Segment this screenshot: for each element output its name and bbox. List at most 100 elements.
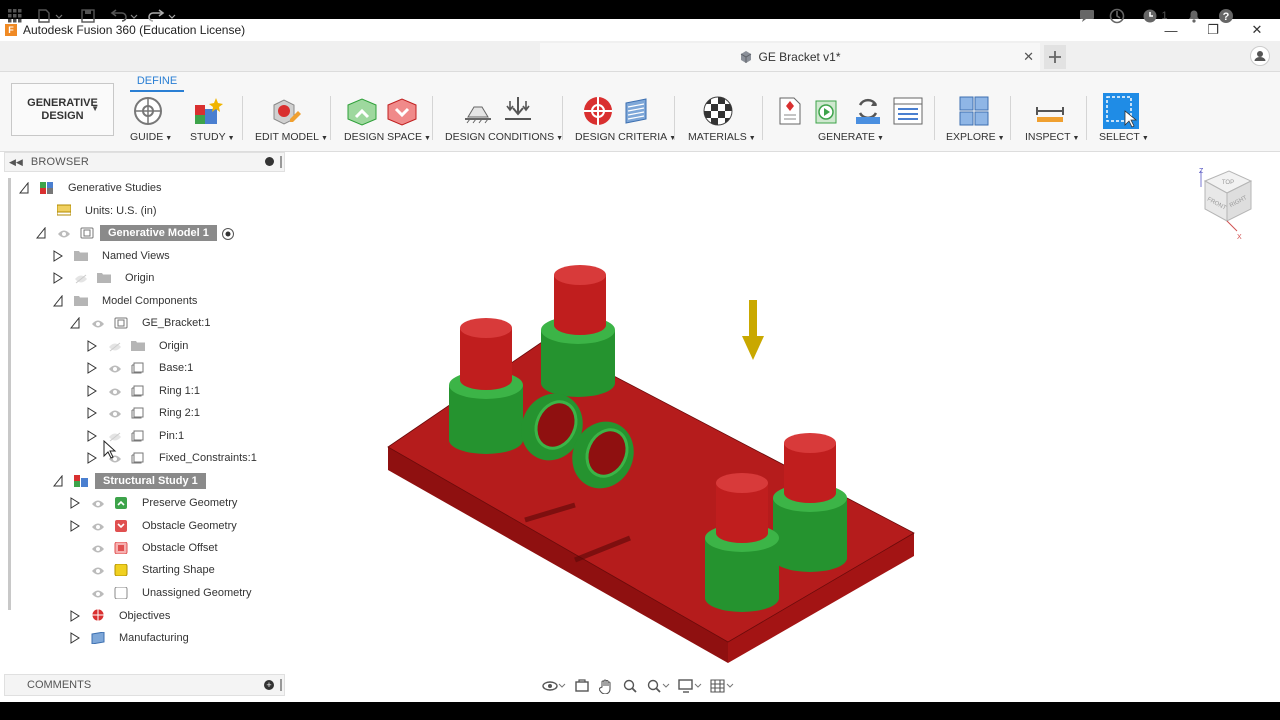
zoom-window-icon[interactable] (644, 677, 672, 695)
pin-panel-icon[interactable] (280, 156, 282, 168)
look-at-icon[interactable] (572, 677, 592, 695)
tree-item-named-views[interactable]: Named Views (102, 250, 170, 262)
tree-item-base[interactable]: Base:1 (159, 362, 193, 374)
design-criteria-menu[interactable]: DESIGN CRITERIA ▼ (575, 131, 676, 143)
collapse-toggle[interactable] (36, 227, 46, 239)
redo-icon[interactable] (146, 7, 178, 24)
add-comment-icon[interactable]: + (264, 680, 274, 690)
viewcube[interactable]: TOP FRONT RIGHT Z X (1195, 163, 1265, 243)
pan-hand-icon[interactable] (596, 677, 616, 695)
expand-toggle[interactable] (70, 497, 80, 509)
browser-options-icon[interactable] (265, 157, 274, 166)
hidden-eye-icon[interactable] (108, 342, 122, 352)
expand-toggle[interactable] (87, 407, 97, 419)
design-space-menu[interactable]: DESIGN SPACE ▼ (344, 131, 431, 143)
visibility-eye-icon[interactable] (108, 387, 122, 397)
visibility-eye-icon[interactable] (108, 364, 122, 374)
expand-toggle[interactable] (70, 632, 80, 644)
study-menu[interactable]: STUDY ▼ (190, 131, 235, 143)
viewcube-face-top[interactable]: TOP (1222, 180, 1234, 186)
hidden-eye-icon[interactable] (74, 274, 88, 284)
tree-item-starting-shape[interactable]: Starting Shape (142, 564, 215, 576)
help-icon[interactable]: ? (1217, 7, 1235, 24)
tree-item-ring-1[interactable]: Ring 1:1 (159, 385, 200, 397)
generate-sync-icon[interactable] (852, 95, 884, 127)
job-status-icon[interactable] (1078, 7, 1096, 24)
close-tab-icon[interactable]: ✕ (1023, 49, 1034, 65)
data-panel-grid-icon[interactable] (6, 7, 24, 24)
comments-panel[interactable]: COMMENTS + (4, 674, 285, 696)
grid-settings-icon[interactable] (708, 677, 736, 695)
design-conditions-menu[interactable]: DESIGN CONDITIONS ▼ (445, 131, 563, 143)
document-tab[interactable]: GE Bracket v1* ✕ (540, 43, 1040, 71)
tree-item-fixed-constraints[interactable]: Fixed_Constraints:1 (159, 452, 257, 464)
manufacturing-icon[interactable] (622, 95, 654, 127)
load-arrow-icon[interactable] (742, 300, 764, 360)
expand-toggle[interactable] (53, 272, 63, 284)
expand-toggle[interactable] (87, 362, 97, 374)
expand-toggle[interactable] (87, 385, 97, 397)
orbit-icon[interactable] (540, 677, 568, 695)
preview-document-icon[interactable] (774, 95, 806, 127)
edit-model-menu[interactable]: EDIT MODEL ▼ (255, 131, 328, 143)
materials-menu[interactable]: MATERIALS ▼ (688, 131, 756, 143)
expand-toggle[interactable] (87, 340, 97, 352)
tree-item-obstacle-offset[interactable]: Obstacle Offset (142, 542, 218, 554)
collapse-panel-icon[interactable]: ◀◀ (9, 157, 23, 168)
user-avatar[interactable] (1250, 45, 1270, 67)
file-menu-icon[interactable] (36, 7, 66, 24)
close-window-button[interactable]: ✕ (1236, 19, 1278, 41)
tree-item-unassigned-geometry[interactable]: Unassigned Geometry (142, 587, 251, 599)
tree-item-model-components[interactable]: Model Components (102, 295, 197, 307)
tab-define[interactable]: DEFINE (130, 72, 184, 92)
preserve-boss-back-right[interactable] (773, 433, 847, 572)
tree-item-generative-model[interactable]: Generative Model 1 (100, 225, 217, 241)
tree-item-manufacturing[interactable]: Manufacturing (119, 632, 189, 644)
guide-menu[interactable]: GUIDE ▼ (130, 131, 172, 143)
tree-item-obstacle-geometry[interactable]: Obstacle Geometry (142, 520, 237, 532)
preserve-boss-back-left[interactable] (541, 265, 615, 397)
guide-compass-icon[interactable] (132, 95, 164, 127)
new-study-icon[interactable] (192, 95, 224, 127)
expand-toggle[interactable] (87, 430, 97, 442)
structural-constraint-icon[interactable] (462, 95, 494, 127)
materials-checker-sphere-icon[interactable] (702, 95, 734, 127)
measure-ruler-icon[interactable] (1034, 95, 1066, 127)
tree-item-pin[interactable]: Pin:1 (159, 430, 184, 442)
edit-model-icon[interactable] (270, 95, 302, 127)
job-status-list-icon[interactable] (892, 95, 924, 127)
workspace-switcher-button[interactable]: GENERATIVE DESIGN ▼ (11, 83, 114, 136)
visibility-eye-icon[interactable] (91, 319, 105, 329)
visibility-eye-icon[interactable] (57, 229, 71, 239)
pin-panel-icon[interactable] (280, 679, 282, 691)
obstacle-geometry-icon[interactable] (386, 95, 418, 127)
tree-item-ge-bracket[interactable]: GE_Bracket:1 (142, 317, 210, 329)
explore-menu[interactable]: EXPLORE ▼ (946, 131, 1005, 143)
tree-item-origin[interactable]: Origin (159, 340, 188, 352)
visibility-eye-icon[interactable] (108, 409, 122, 419)
inspect-menu[interactable]: INSPECT ▼ (1025, 131, 1079, 143)
extensions-icon[interactable] (1108, 7, 1126, 24)
collapse-toggle[interactable] (53, 295, 63, 307)
tree-item-ring-2[interactable]: Ring 2:1 (159, 407, 200, 419)
tree-item-structural-study[interactable]: Structural Study 1 (95, 473, 206, 489)
pre-check-play-icon[interactable] (812, 95, 844, 127)
model-canvas[interactable] (380, 250, 940, 670)
notifications-bell-icon[interactable] (1186, 7, 1202, 24)
collapse-toggle[interactable] (19, 182, 29, 194)
preserve-boss-front-left[interactable] (449, 318, 523, 454)
expand-toggle[interactable] (70, 610, 80, 622)
undo-icon[interactable] (108, 7, 140, 24)
objectives-target-icon[interactable] (582, 95, 614, 127)
expand-toggle[interactable] (53, 250, 63, 262)
display-settings-icon[interactable] (676, 677, 704, 695)
visibility-eye-icon[interactable] (91, 522, 105, 532)
tree-item-preserve-geometry[interactable]: Preserve Geometry (142, 497, 237, 509)
browser-scrollbar[interactable] (8, 178, 11, 610)
expand-toggle[interactable] (70, 520, 80, 532)
active-radio-icon[interactable] (221, 227, 235, 241)
visibility-eye-icon[interactable] (91, 499, 105, 509)
visibility-eye-icon[interactable] (91, 544, 105, 554)
collapse-toggle[interactable] (53, 475, 63, 487)
generate-menu[interactable]: GENERATE ▼ (818, 131, 884, 143)
